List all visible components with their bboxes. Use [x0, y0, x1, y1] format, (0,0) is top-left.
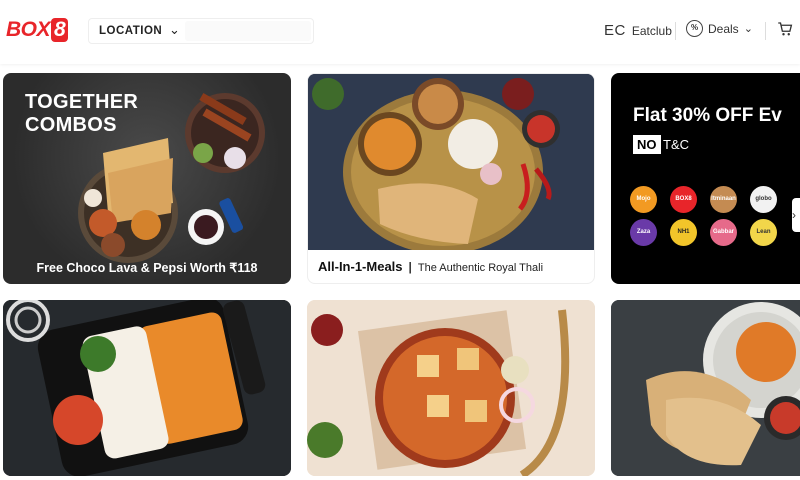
banner-together-combos[interactable]: TOGETHER COMBOS Free Choco Lava & Pepsi …	[3, 73, 291, 284]
curry-paratha-image	[611, 300, 800, 476]
brand-logo: globo	[750, 186, 777, 213]
banner-caption: Free Choco Lava & Pepsi Worth ₹118	[36, 261, 258, 275]
eatclub-link[interactable]: EC Eatclub	[604, 22, 672, 39]
food-card-curry-paratha[interactable]	[611, 300, 800, 476]
eatclub-label: Eatclub	[631, 23, 672, 38]
paneer-rice-image	[3, 300, 291, 476]
thali-image	[308, 74, 594, 254]
divider	[675, 22, 676, 40]
brand-logo: Gabbar Rolls	[710, 219, 737, 246]
banner-flat-30-off[interactable]: Flat 30% OFF Ev NO T&C Mojo BOX8 Itminaa…	[611, 73, 800, 284]
deals-label: Deals	[708, 21, 739, 36]
deals-menu[interactable]: % Deals ⌄	[686, 20, 753, 37]
chevron-down-icon[interactable]: ⌄	[169, 22, 180, 38]
brand-logo: Mojo	[630, 186, 657, 213]
food-card-paneer-curry[interactable]	[307, 300, 595, 476]
brand-logo: Lean Crust Pizza	[750, 219, 777, 246]
location-selector[interactable]: LOCATION ⌄	[88, 18, 314, 44]
chevron-right-icon[interactable]: ›	[792, 198, 800, 232]
brand-logo: Zaza	[630, 219, 657, 246]
brand-logo: BOX8	[670, 186, 697, 213]
no-badge: NO	[633, 135, 661, 154]
banner-all-in-1-meals[interactable]: All-In-1-Meals | The Authentic Royal Thali	[307, 73, 595, 284]
tc-label: T&C	[663, 137, 689, 152]
eatclub-icon: EC	[604, 22, 626, 39]
brand-logo: Itminaan Biryani	[710, 186, 737, 213]
chevron-down-icon: ⌄	[743, 23, 753, 35]
location-label: LOCATION	[99, 25, 163, 37]
divider	[765, 22, 766, 40]
box8-logo[interactable]: BOX 8	[6, 18, 69, 42]
top-navbar: BOX 8 LOCATION ⌄ EC Eatclub % Deals ⌄	[0, 0, 800, 64]
cart-icon[interactable]	[776, 20, 794, 43]
banner-title: TOGETHER COMBOS	[25, 91, 139, 136]
brand-logo: NH1 Bowls	[670, 219, 697, 246]
location-input[interactable]	[185, 21, 311, 41]
food-card-paneer-rice-box[interactable]	[3, 300, 291, 476]
deals-percent-icon: %	[686, 20, 703, 37]
banner-caption: All-In-1-Meals | The Authentic Royal Thali	[318, 259, 544, 274]
banner-title: Flat 30% OFF Ev	[633, 105, 782, 126]
paneer-curry-image	[307, 300, 595, 476]
